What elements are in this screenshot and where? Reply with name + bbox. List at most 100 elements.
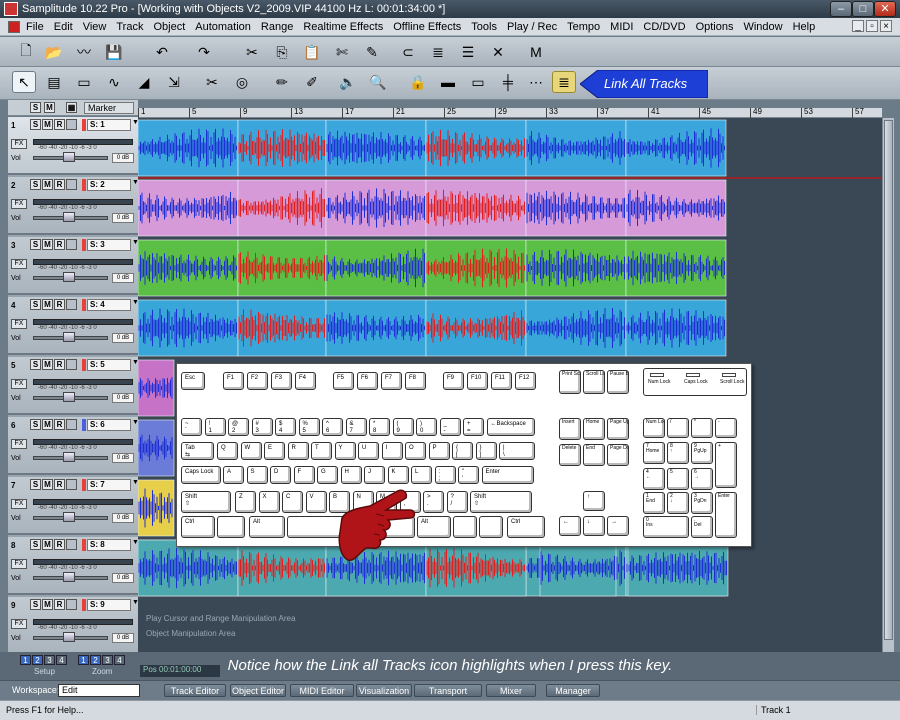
menu-help[interactable]: Help [793,21,816,33]
track-name-field[interactable]: S: 4 [87,299,131,311]
track-mute-button[interactable]: M [42,539,53,550]
menu-realtime-effects[interactable]: Realtime Effects [303,21,383,33]
track-mute-button[interactable]: M [42,239,53,250]
grid-icon[interactable]: ▦ [66,102,77,113]
menu-object[interactable]: Object [153,21,185,33]
track-fx-button[interactable]: FX [11,619,27,629]
object-tool-icon[interactable]: ▭ [72,71,96,93]
menu-view[interactable]: View [83,21,107,33]
track-monitor-button[interactable] [66,419,77,430]
track-record-button[interactable]: R [54,239,65,250]
lock-icon[interactable]: 🔒 [406,71,430,93]
track-name-field[interactable]: S: 2 [87,179,131,191]
workspace-tab-midi-editor[interactable]: MIDI Editor [290,684,354,697]
pen-tool-icon[interactable]: ✐ [300,71,324,93]
track-solo-button[interactable]: S [30,599,41,610]
track-monitor-button[interactable] [66,539,77,550]
track-monitor-button[interactable] [66,599,77,610]
track-fx-button[interactable]: FX [11,499,27,509]
save-icon[interactable]: 💾 [102,41,126,63]
pencil-disabled-icon[interactable]: ✎ [360,41,384,63]
doc-minimize-button[interactable]: _ [852,20,864,32]
track-monitor-button[interactable] [66,479,77,490]
track-mute-button[interactable]: M [42,599,53,610]
magnet-icon[interactable]: ⊂ [396,41,420,63]
track-name-field[interactable]: S: 8 [87,539,131,551]
menu-track[interactable]: Track [116,21,143,33]
pointer-tool-icon[interactable]: ↖ [12,71,36,93]
menu-cd-dvd[interactable]: CD/DVD [643,21,685,33]
volume-tool-icon[interactable]: ◢ [132,71,156,93]
cut-icon[interactable]: ✂ [240,41,264,63]
track-mute-button[interactable]: M [42,419,53,430]
scrollbar-thumb[interactable] [884,120,893,640]
track-record-button[interactable]: R [54,119,65,130]
workspace-tab-track-editor[interactable]: Track Editor [164,684,226,697]
fader-knob[interactable] [63,272,75,282]
close-button[interactable]: ✕ [874,1,896,17]
track-header[interactable]: 8 S M R S: 8 ▼ FX Vol -60 -40 -20 -10 -6 -3 00 d… [8,537,138,595]
track-record-button[interactable]: R [54,179,65,190]
timeline-ruler[interactable]: 1 5 9 13 17 21 25 29 33 37 41 45 49 53 57 [138,108,882,118]
track-fx-button[interactable]: FX [11,379,27,389]
vertical-scrollbar[interactable] [882,118,894,652]
draw-tool-icon[interactable]: ✏ [270,71,294,93]
track-solo-button[interactable]: S [30,119,41,130]
track-solo-button[interactable]: S [30,479,41,490]
menu-file[interactable]: File [26,21,44,33]
fader-knob[interactable] [63,392,75,402]
minimize-button[interactable]: – [830,1,852,17]
workspace-select[interactable]: Edit [58,684,140,697]
curve-tool-icon[interactable]: ∿ [102,71,126,93]
timestretch-tool-icon[interactable]: ⇲ [162,71,186,93]
wave-scissors-icon[interactable]: ✄ [330,41,354,63]
snap-icon[interactable]: ▭ [466,71,490,93]
track-header[interactable]: 5 S M R S: 5 ▼ FX Vol -60 -40 -20 -10 -6 -3 00 d… [8,357,138,415]
wave-file-icon[interactable]: 〰 [72,41,96,63]
maximize-button[interactable]: □ [852,1,874,17]
track-header[interactable]: 7 S M R S: 7 ▼ FX Vol -60 -40 -20 -10 -6 -3 00 d… [8,477,138,535]
menu-play-rec[interactable]: Play / Rec [507,21,557,33]
track-fx-button[interactable]: FX [11,139,27,149]
track-fx-button[interactable]: FX [11,559,27,569]
workspace-tab-manager[interactable]: Manager [546,684,600,697]
zoom-tool-icon[interactable]: 🔍 [366,71,390,93]
group-icon[interactable]: ▬ [436,71,460,93]
track-monitor-button[interactable] [66,359,77,370]
fader-knob[interactable] [63,332,75,342]
track-solo-button[interactable]: S [30,179,41,190]
new-file-icon[interactable]: 🗋 [14,41,38,63]
track-mute-button[interactable]: M [42,479,53,490]
menu-window[interactable]: Window [743,21,782,33]
track-monitor-button[interactable] [66,179,77,190]
fader-knob[interactable] [63,632,75,642]
crossfade-icon[interactable]: ✕ [486,41,510,63]
fader-knob[interactable] [63,512,75,522]
track-header[interactable]: 4 S M R S: 4 ▼ FX Vol -60 -40 -20 -10 -6 -3 00 d… [8,297,138,355]
workspace-tab-visualization[interactable]: Visualization [356,684,412,697]
global-solo-button[interactable]: S [30,102,41,113]
scrub-tool-icon[interactable]: ◎ [230,71,254,93]
workspace-tab-mixer[interactable]: Mixer [486,684,536,697]
menu-range[interactable]: Range [261,21,293,33]
workspace-tab-transport[interactable]: Transport [414,684,482,697]
redo-icon[interactable]: ↷ [192,41,216,63]
global-mute-button[interactable]: M [44,102,55,113]
track-solo-button[interactable]: S [30,359,41,370]
track-fx-button[interactable]: FX [11,439,27,449]
crosshair-icon[interactable]: ╪ [496,71,520,93]
list-icon[interactable]: ☰ [456,41,480,63]
track-solo-button[interactable]: S [30,539,41,550]
fader-knob[interactable] [63,212,75,222]
menu-tools[interactable]: Tools [471,21,497,33]
track-name-field[interactable]: S: 3 [87,239,131,251]
stack-icon[interactable]: ≣ [426,41,450,63]
menu-edit[interactable]: Edit [54,21,73,33]
menu-midi[interactable]: MIDI [610,21,633,33]
track-solo-button[interactable]: S [30,299,41,310]
track-mute-button[interactable]: M [42,119,53,130]
track-header[interactable]: 9 S M R S: 9 ▼ FX Vol -60 -40 -20 -10 -6 -3 00 d… [8,597,138,653]
link-all-tracks-icon[interactable]: ≣ [552,71,576,93]
copy-icon[interactable]: ⎘ [270,41,294,63]
track-fx-button[interactable]: FX [11,319,27,329]
